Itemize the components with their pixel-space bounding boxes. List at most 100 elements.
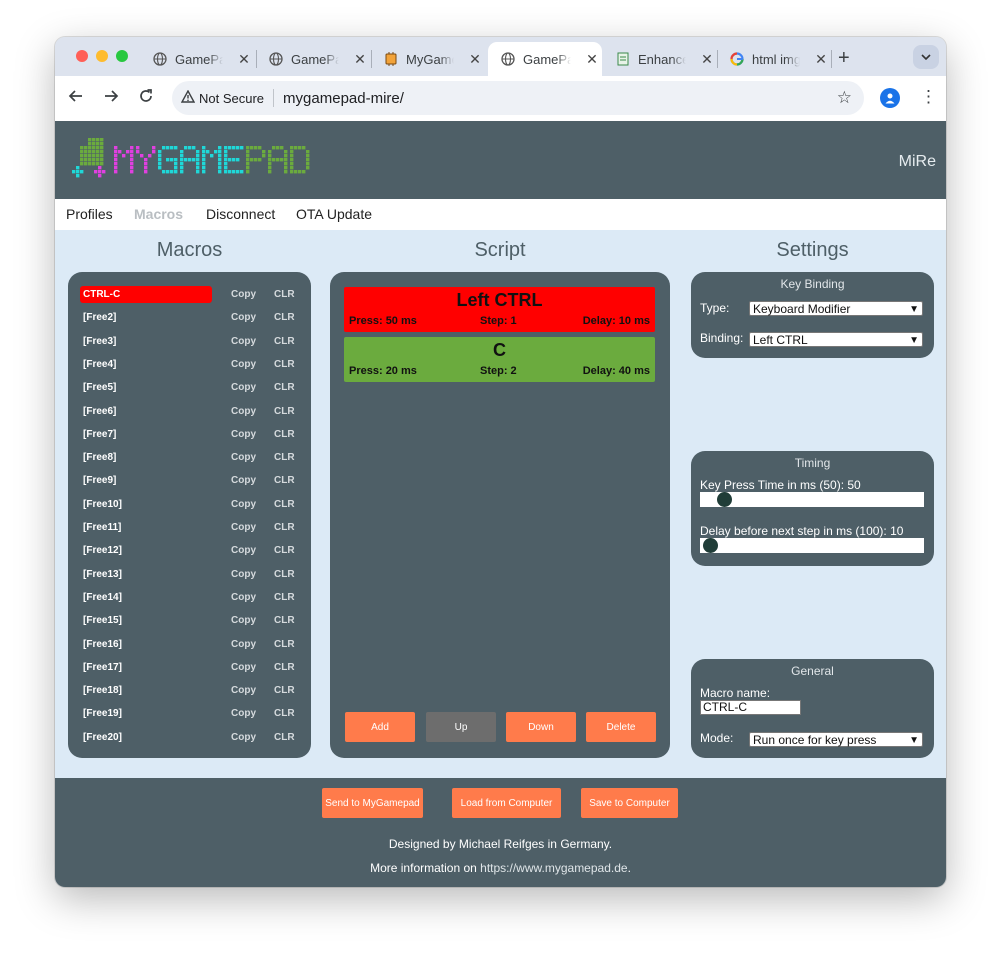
browser-tab-6[interactable]: html img ✕	[717, 42, 831, 76]
warning-icon[interactable]	[180, 89, 196, 106]
macro-name[interactable]: [Free18]	[80, 682, 212, 699]
send-to-mygamepad-button[interactable]: Send to MyGamepad	[322, 788, 423, 818]
clear-macro-button[interactable]: CLR	[274, 636, 295, 653]
delay-time-slider-thumb[interactable]	[703, 538, 719, 553]
copy-macro-button[interactable]: Copy	[231, 682, 256, 699]
macro-row[interactable]: [Free8] Copy CLR	[80, 449, 300, 467]
macro-row[interactable]: [Free12] Copy CLR	[80, 542, 300, 560]
macro-name[interactable]: [Free11]	[80, 519, 212, 536]
macro-row[interactable]: [Free2] Copy CLR	[80, 309, 300, 327]
macro-row[interactable]: [Free3] Copy CLR	[80, 333, 300, 351]
macro-row[interactable]: [Free17] Copy CLR	[80, 659, 300, 677]
macro-row[interactable]: [Free13] Copy CLR	[80, 566, 300, 584]
clear-macro-button[interactable]: CLR	[274, 426, 295, 443]
tab-close-icon[interactable]: ✕	[237, 51, 251, 68]
forward-button[interactable]	[101, 88, 121, 109]
macro-row[interactable]: [Free14] Copy CLR	[80, 589, 300, 607]
copy-macro-button[interactable]: Copy	[231, 519, 256, 536]
press-time-slider[interactable]	[700, 492, 924, 507]
copy-macro-button[interactable]: Copy	[231, 589, 256, 606]
copy-macro-button[interactable]: Copy	[231, 729, 256, 746]
macro-name[interactable]: [Free3]	[80, 333, 212, 350]
copy-macro-button[interactable]: Copy	[231, 566, 256, 583]
security-label[interactable]: Not Secure	[199, 91, 264, 106]
press-time-slider-thumb[interactable]	[717, 492, 733, 507]
macro-row[interactable]: [Free5] Copy CLR	[80, 379, 300, 397]
macro-row[interactable]: [Free18] Copy CLR	[80, 682, 300, 700]
copy-macro-button[interactable]: Copy	[231, 705, 256, 722]
mode-select[interactable]: Run once for key press ▼	[749, 732, 923, 747]
save-to-computer-button[interactable]: Save to Computer	[581, 788, 678, 818]
browser-tab-3[interactable]: MyGamePad ✕	[371, 42, 485, 76]
macro-name[interactable]: [Free15]	[80, 612, 212, 629]
mygamepad-website-link[interactable]: https://www.mygamepad.de	[480, 861, 627, 875]
macro-row[interactable]: [Free10] Copy CLR	[80, 496, 300, 514]
script-step-1[interactable]: Left CTRL Press: 50 ms Step: 1 Delay: 10…	[344, 287, 655, 332]
clear-macro-button[interactable]: CLR	[274, 449, 295, 466]
browser-menu-icon[interactable]: ⋮	[920, 87, 937, 107]
browser-tab-active[interactable]: GamePad ✕	[488, 42, 602, 76]
menu-item-disconnect[interactable]: Disconnect	[206, 206, 275, 222]
url-text[interactable]: mygamepad-mire/	[283, 90, 404, 107]
copy-macro-button[interactable]: Copy	[231, 379, 256, 396]
macro-row[interactable]: CTRL-C Copy CLR	[80, 286, 300, 304]
browser-tab-5[interactable]: Enhance ✕	[603, 42, 717, 76]
binding-select[interactable]: Left CTRL ▼	[749, 332, 923, 347]
reload-button[interactable]	[136, 88, 156, 109]
macro-name[interactable]: [Free12]	[80, 542, 212, 559]
tab-close-icon[interactable]: ✕	[814, 51, 828, 68]
macro-name[interactable]: [Free6]	[80, 403, 212, 420]
macro-name[interactable]: [Free4]	[80, 356, 212, 373]
menu-item-profiles[interactable]: Profiles	[66, 206, 113, 222]
macro-name[interactable]: [Free8]	[80, 449, 212, 466]
copy-macro-button[interactable]: Copy	[231, 542, 256, 559]
macro-name[interactable]: [Free7]	[80, 426, 212, 443]
move-down-button[interactable]: Down	[506, 712, 576, 742]
clear-macro-button[interactable]: CLR	[274, 612, 295, 629]
macro-name[interactable]: CTRL-C	[80, 286, 212, 303]
tab-close-icon[interactable]: ✕	[585, 51, 599, 68]
tab-close-icon[interactable]: ✕	[468, 51, 482, 68]
clear-macro-button[interactable]: CLR	[274, 542, 295, 559]
delete-step-button[interactable]: Delete	[586, 712, 656, 742]
tab-close-icon[interactable]: ✕	[700, 51, 714, 68]
menu-item-ota-update[interactable]: OTA Update	[296, 206, 372, 222]
minimize-window-button[interactable]	[96, 50, 108, 62]
macro-name[interactable]: [Free14]	[80, 589, 212, 606]
copy-macro-button[interactable]: Copy	[231, 309, 256, 326]
type-select[interactable]: Keyboard Modifier ▼	[749, 301, 923, 316]
copy-macro-button[interactable]: Copy	[231, 449, 256, 466]
macro-name[interactable]: [Free2]	[80, 309, 212, 326]
clear-macro-button[interactable]: CLR	[274, 379, 295, 396]
macro-row[interactable]: [Free6] Copy CLR	[80, 403, 300, 421]
clear-macro-button[interactable]: CLR	[274, 496, 295, 513]
macro-name[interactable]: [Free5]	[80, 379, 212, 396]
copy-macro-button[interactable]: Copy	[231, 496, 256, 513]
macro-row[interactable]: [Free11] Copy CLR	[80, 519, 300, 537]
clear-macro-button[interactable]: CLR	[274, 566, 295, 583]
clear-macro-button[interactable]: CLR	[274, 589, 295, 606]
delay-time-slider[interactable]	[700, 538, 924, 553]
move-up-button[interactable]: Up	[426, 712, 496, 742]
clear-macro-button[interactable]: CLR	[274, 356, 295, 373]
copy-macro-button[interactable]: Copy	[231, 403, 256, 420]
menu-item-macros[interactable]: Macros	[134, 206, 183, 222]
clear-macro-button[interactable]: CLR	[274, 286, 295, 303]
clear-macro-button[interactable]: CLR	[274, 682, 295, 699]
clear-macro-button[interactable]: CLR	[274, 659, 295, 676]
clear-macro-button[interactable]: CLR	[274, 705, 295, 722]
macro-name[interactable]: [Free10]	[80, 496, 212, 513]
back-button[interactable]	[66, 88, 86, 109]
copy-macro-button[interactable]: Copy	[231, 426, 256, 443]
add-step-button[interactable]: Add	[345, 712, 415, 742]
macro-name[interactable]: [Free13]	[80, 566, 212, 583]
maximize-window-button[interactable]	[116, 50, 128, 62]
macro-row[interactable]: [Free15] Copy CLR	[80, 612, 300, 630]
tab-search-button[interactable]	[913, 45, 939, 69]
clear-macro-button[interactable]: CLR	[274, 333, 295, 350]
copy-macro-button[interactable]: Copy	[231, 659, 256, 676]
close-window-button[interactable]	[76, 50, 88, 62]
macro-row[interactable]: [Free19] Copy CLR	[80, 705, 300, 723]
macro-row[interactable]: [Free9] Copy CLR	[80, 472, 300, 490]
copy-macro-button[interactable]: Copy	[231, 333, 256, 350]
